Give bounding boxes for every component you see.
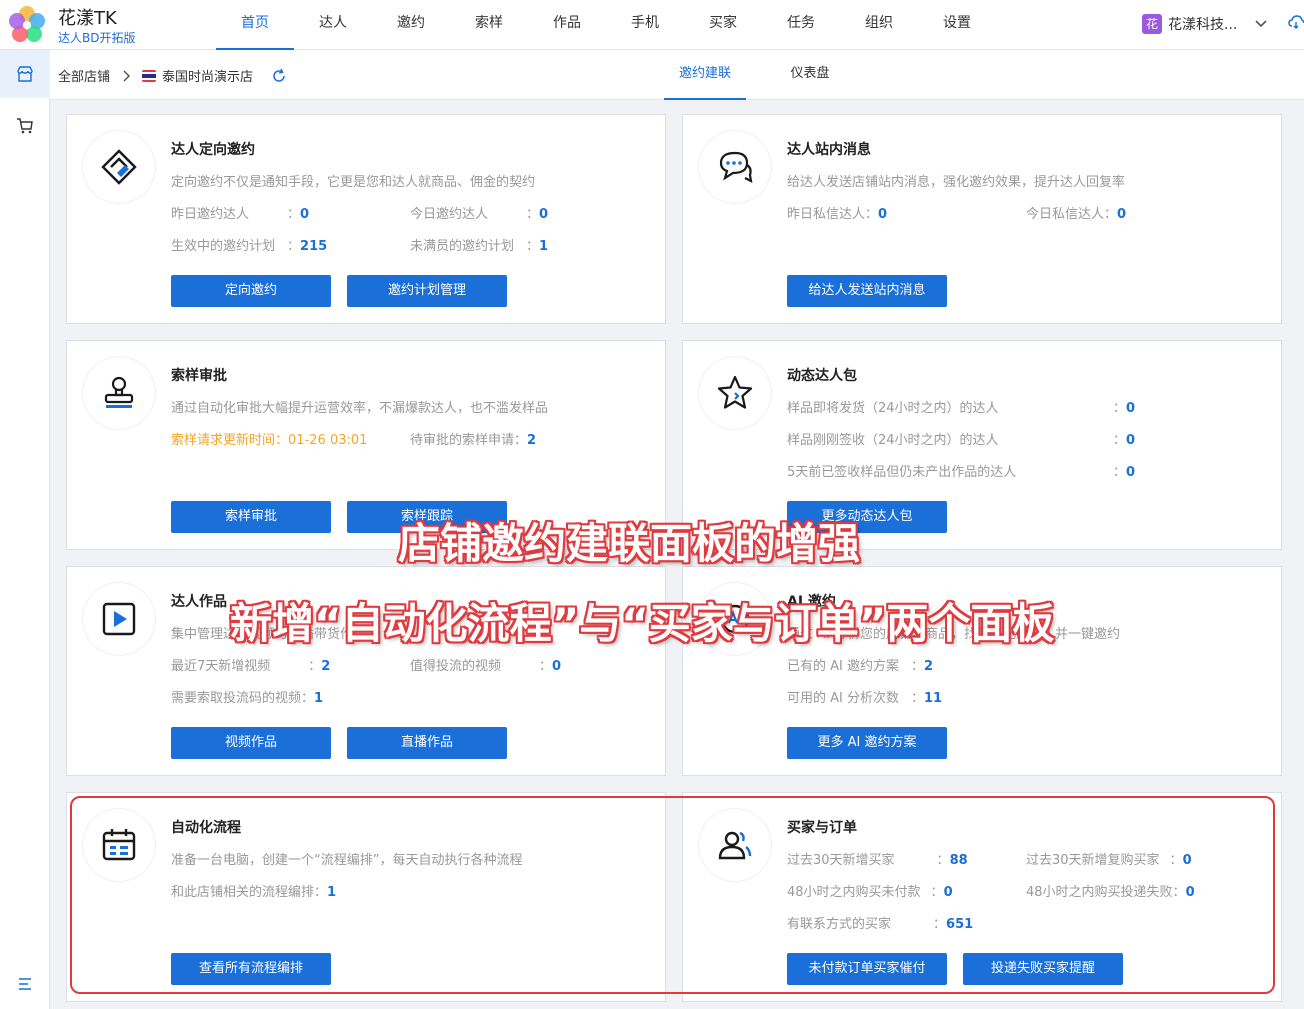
stat-new-videos: 最近7天新增视频 ：2 [171, 659, 331, 674]
stat-today-invited: 今日邀约达人 ：0 [410, 207, 549, 222]
stat-shipping-soon: 样品即将发货（24小时之内）的达人 [787, 401, 999, 416]
stat-today-messaged: 今日私信达人：0 [1026, 207, 1127, 222]
menu-icon [17, 976, 33, 992]
stat-active-plans: 生效中的邀约计划 ：215 [171, 239, 328, 254]
handshake-icon [83, 131, 155, 203]
stat-no-works: 5天前已签收样品但仍未产出作品的达人 [787, 465, 1017, 480]
star-icon [699, 357, 771, 429]
stamp-icon [83, 357, 155, 429]
nav-samples[interactable]: 索样 [450, 0, 528, 50]
cloud-icon[interactable] [1288, 14, 1304, 34]
org-name: 花漾科技... [1168, 17, 1238, 33]
card-desc: 给达人发送店铺站内消息，强化邀约效果，提升达人回复率 [787, 175, 1126, 190]
breadcrumb-all-shops[interactable]: 全部店铺 [58, 66, 110, 85]
chevron-down-icon [1255, 20, 1267, 28]
tab-invite-connect[interactable]: 邀约建联 [664, 50, 746, 100]
app-logo-icon [6, 4, 48, 46]
chat-bubbles-icon [699, 131, 771, 203]
stat-boost-worthy: 值得投流的视频 ：0 [410, 659, 562, 674]
nav-tasks[interactable]: 任务 [762, 0, 840, 50]
nav-works[interactable]: 作品 [528, 0, 606, 50]
left-rail [0, 50, 50, 1009]
stat-ai-plans: 已有的 AI 邀约方案 ：2 [787, 659, 934, 674]
refresh-icon[interactable] [271, 68, 287, 84]
video-works-button[interactable]: 视频作品 [171, 727, 331, 759]
breadcrumb: 全部店铺 泰国时尚演示店 [58, 66, 287, 85]
card-title: 达人定向邀约 [171, 142, 255, 158]
stat-no-works-value: ：0 [1113, 465, 1136, 480]
nav-home[interactable]: 首页 [216, 0, 294, 50]
app-title: 花漾TK [58, 8, 117, 29]
nav-creators[interactable]: 达人 [294, 0, 372, 50]
tab-dashboard[interactable]: 仪表盘 [774, 50, 846, 100]
cart-icon [16, 117, 34, 135]
nav-settings[interactable]: 设置 [918, 0, 996, 50]
stat-just-signed-value: ：0 [1113, 433, 1136, 448]
nav-phones[interactable]: 手机 [606, 0, 684, 50]
stat-yesterday-invited: 昨日邀约达人 ：0 [171, 207, 310, 222]
rail-store[interactable] [0, 50, 50, 98]
live-works-button[interactable]: 直播作品 [347, 727, 507, 759]
card-title: 索样审批 [171, 368, 227, 384]
org-badge: 花 [1142, 14, 1162, 34]
annotation-subline: 新增“自动化流程”与“买家与订单”两个面板 [230, 599, 1055, 648]
rail-menu[interactable] [0, 960, 50, 1008]
stat-just-signed: 样品刚刚签收（24小时之内）的达人 [787, 433, 999, 448]
card-desc: 通过自动化审批大幅提升运营效率，不漏爆款达人，也不滥发样品 [171, 401, 549, 416]
sub-header: 全部店铺 泰国时尚演示店 邀约建联 仪表盘 [50, 50, 1304, 100]
annotation-headline: 店铺邀约建联面板的增强 [398, 519, 861, 568]
card-title: 达人站内消息 [787, 142, 871, 158]
sample-approval-button[interactable]: 索样审批 [171, 501, 331, 533]
main-nav: 首页 达人 邀约 索样 作品 手机 买家 任务 组织 设置 [216, 0, 996, 50]
card-directed-invite: 达人定向邀约 定向邀约不仅是通知手段，它更是您和达人就商品、佣金的契约 昨日邀约… [66, 114, 666, 324]
stat-unfilled-plans: 未满员的邀约计划 ：1 [410, 239, 549, 254]
more-ai-button[interactable]: 更多 AI 邀约方案 [787, 727, 947, 759]
card-creator-message: 达人站内消息 给达人发送店铺站内消息，强化邀约效果，提升达人回复率 昨日私信达人… [682, 114, 1282, 324]
rail-cart[interactable] [0, 102, 50, 150]
invite-plan-manage-button[interactable]: 邀约计划管理 [347, 275, 507, 307]
store-icon [16, 65, 34, 83]
stat-shipping-soon-value: ：0 [1113, 401, 1136, 416]
nav-org[interactable]: 组织 [840, 0, 918, 50]
stat-need-code: 需要索取投流码的视频：1 [171, 691, 324, 706]
breadcrumb-shop[interactable]: 泰国时尚演示店 [162, 66, 253, 85]
thailand-flag-icon [142, 69, 157, 82]
send-message-button[interactable]: 给达人发送站内消息 [787, 275, 947, 307]
app-subtitle: 达人BD开拓版 [58, 31, 136, 45]
stat-ai-analysis: 可用的 AI 分析次数 ：11 [787, 691, 943, 706]
card-desc: 定向邀约不仅是通知手段，它更是您和达人就商品、佣金的契约 [171, 175, 536, 190]
card-title: 动态达人包 [787, 368, 857, 384]
top-bar: 花漾TK 达人BD开拓版 首页 达人 邀约 索样 作品 手机 买家 任务 组织 … [0, 0, 1304, 50]
stat-sample-update-time: 索样请求更新时间：01-26 03:01 [171, 433, 368, 448]
org-switcher[interactable]: 花 花漾科技... [1142, 14, 1267, 34]
chevron-right-icon [122, 69, 131, 82]
new-panels-highlight [70, 796, 1275, 994]
nav-invite[interactable]: 邀约 [372, 0, 450, 50]
stat-yesterday-messaged: 昨日私信达人：0 [787, 207, 888, 222]
stat-pending-samples: 待审批的索样申请：2 [410, 433, 537, 448]
card-title: 达人作品 [171, 594, 227, 610]
directed-invite-button[interactable]: 定向邀约 [171, 275, 331, 307]
nav-buyers[interactable]: 买家 [684, 0, 762, 50]
play-video-icon [83, 583, 155, 655]
